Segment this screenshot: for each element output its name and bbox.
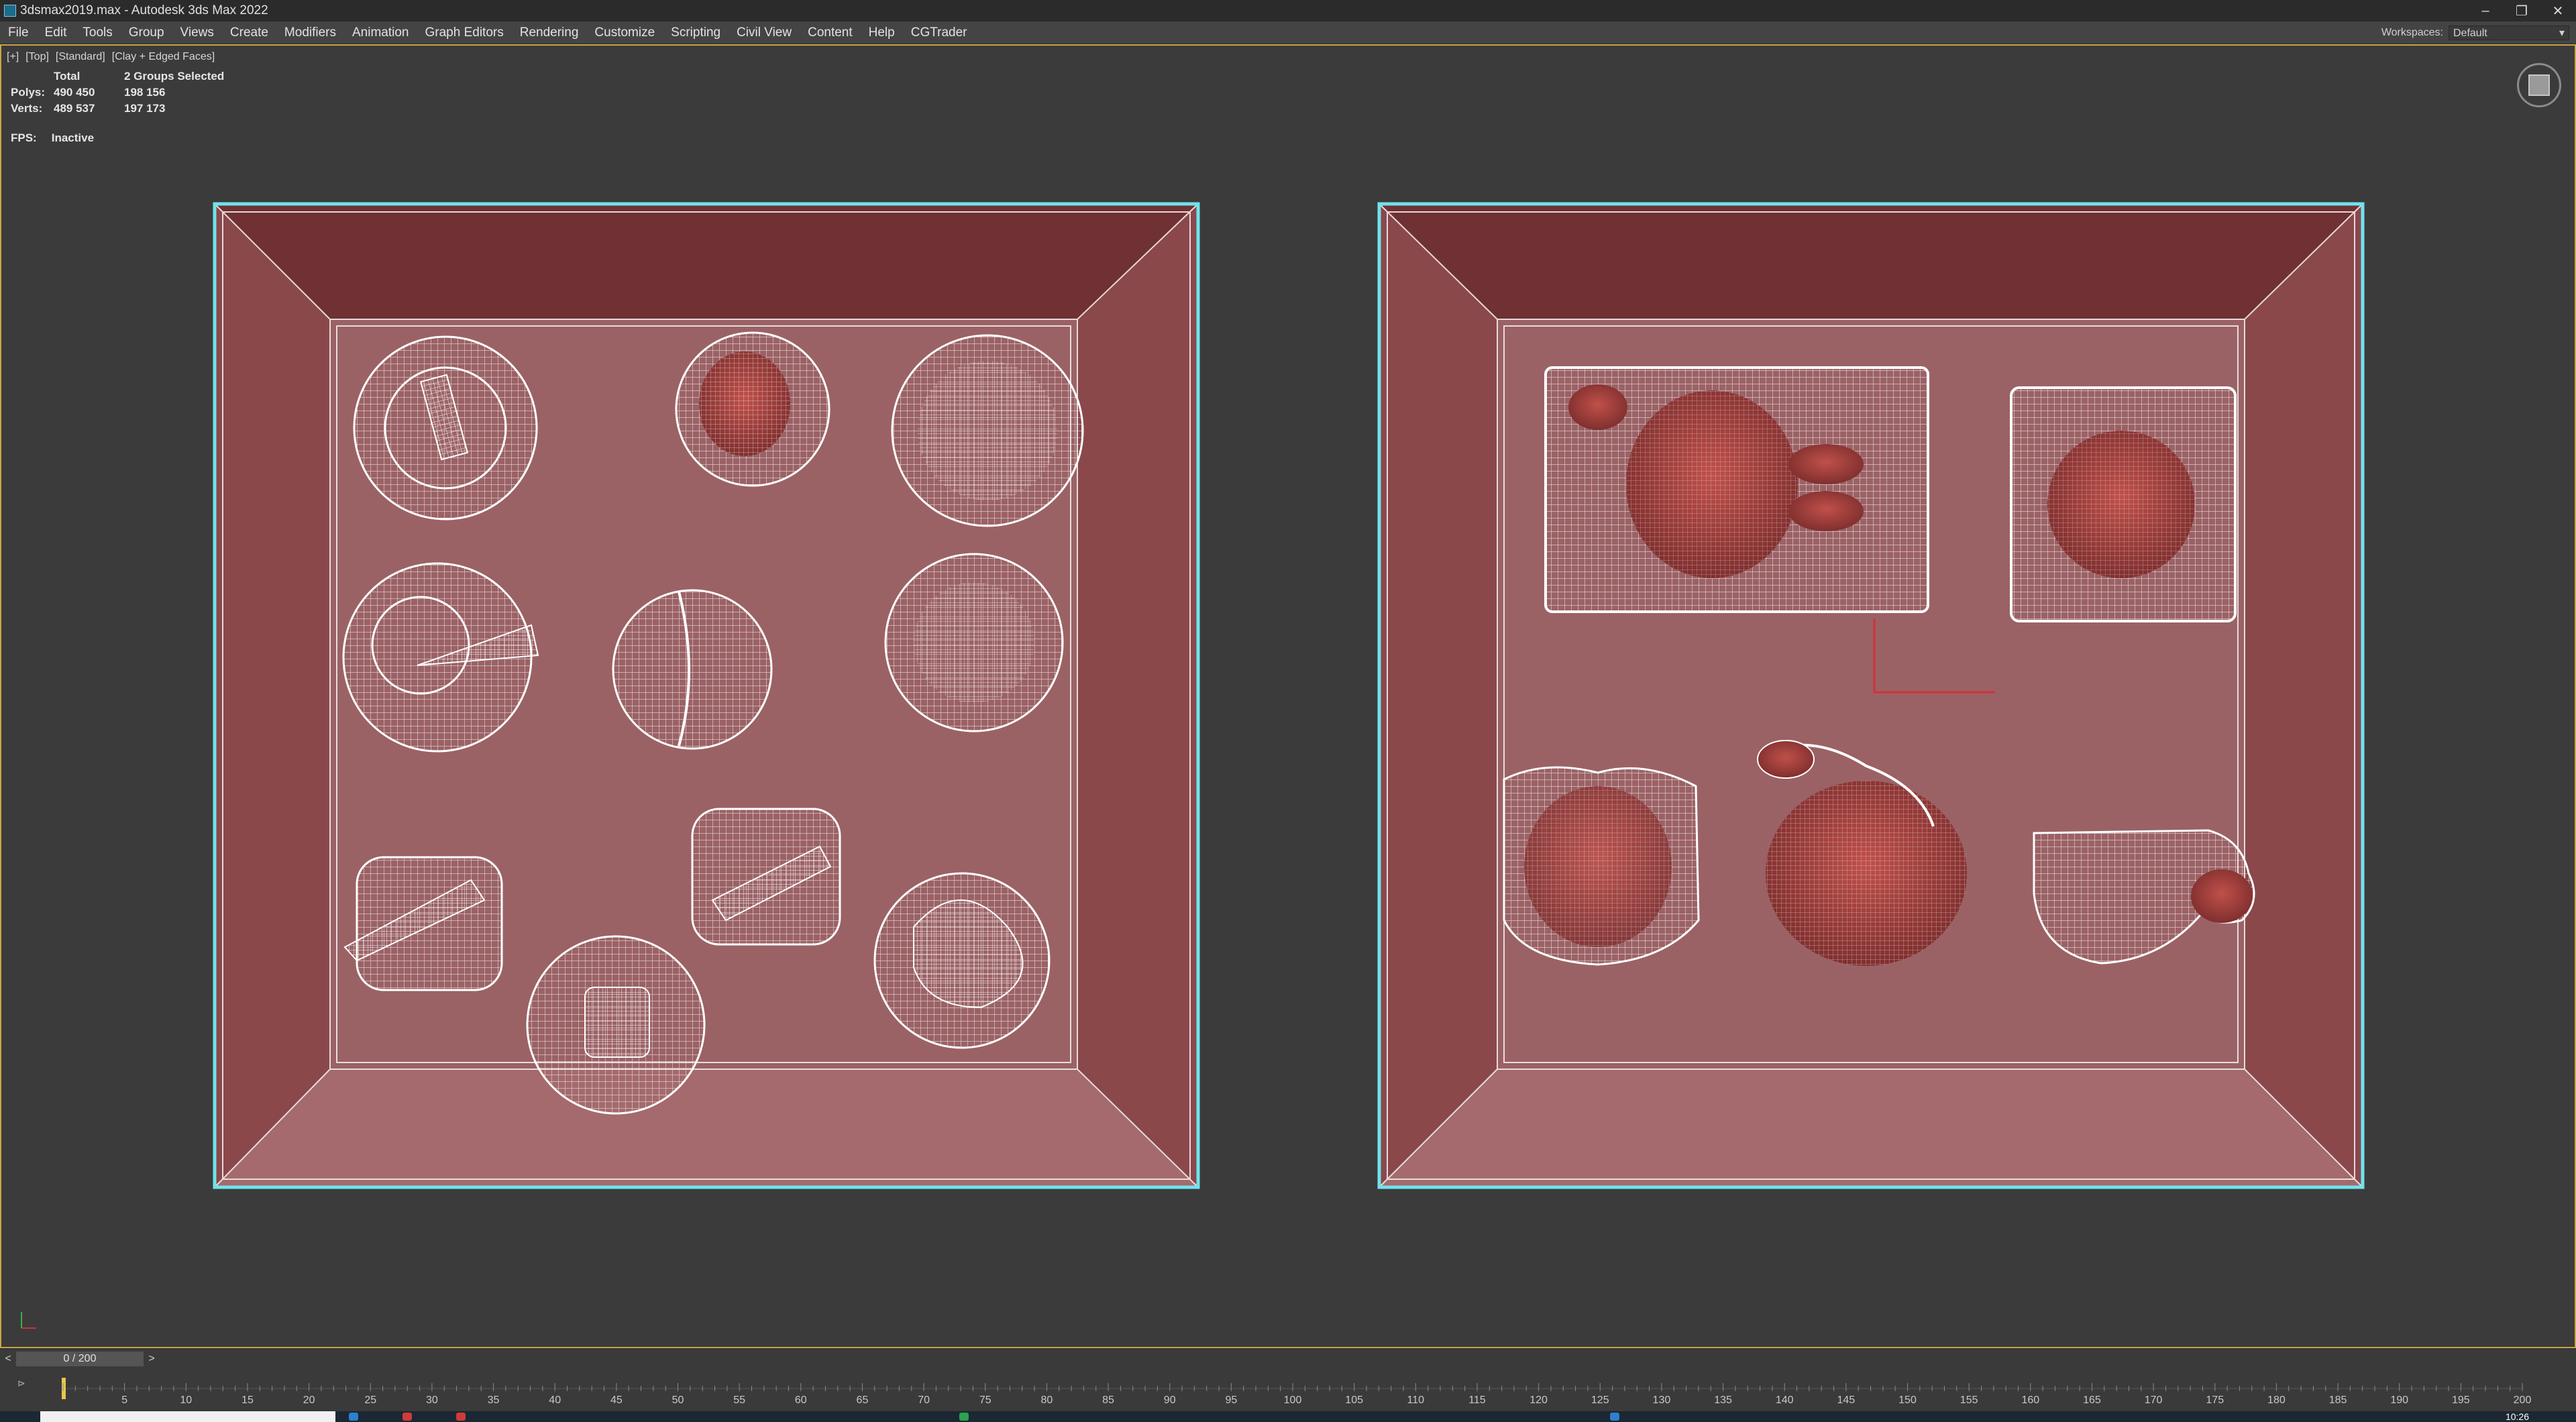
- frame-tick-label: 200: [2514, 1394, 2532, 1406]
- app-icon: [4, 5, 16, 17]
- frame-tick-label: 155: [1960, 1394, 1978, 1406]
- frame-tick-label: 10: [180, 1394, 192, 1406]
- frame-tick-label: 90: [1164, 1394, 1176, 1406]
- menu-modifiers[interactable]: Modifiers: [276, 21, 344, 44]
- frame-tick-label: 170: [2145, 1394, 2163, 1406]
- menu-cgtrader[interactable]: CGTrader: [903, 21, 975, 44]
- frame-tick-label: 180: [2267, 1394, 2286, 1406]
- frame-tick-label: 130: [1653, 1394, 1671, 1406]
- frame-tick-label: 120: [1529, 1394, 1548, 1406]
- frame-tick-label: 60: [795, 1394, 807, 1406]
- workspace-selector: Workspaces: Default: [2381, 25, 2576, 41]
- menu-graph-editors[interactable]: Graph Editors: [417, 21, 512, 44]
- frame-tick-label: 70: [918, 1394, 930, 1406]
- taskbar-app-icon[interactable]: [402, 1413, 412, 1421]
- menu-help[interactable]: Help: [861, 21, 903, 44]
- taskbar-app-icon[interactable]: [959, 1413, 969, 1421]
- frame-tick-label: 45: [610, 1394, 623, 1406]
- frame-tick-label: 105: [1345, 1394, 1363, 1406]
- taskbar-3dsmax-icon[interactable]: [1610, 1413, 1619, 1421]
- menu-group[interactable]: Group: [121, 21, 172, 44]
- os-taskbar: 10:26: [0, 1411, 2576, 1422]
- time-slider-thumb[interactable]: 0 / 200: [16, 1352, 144, 1366]
- frame-tick-label: 165: [2083, 1394, 2101, 1406]
- frame-tick-label: 110: [1407, 1394, 1425, 1406]
- frame-tick-label: 175: [2206, 1394, 2224, 1406]
- track-ruler: 5 10 15 20 25 30 35 40 45 50 55 60 65 70 75 80 85 90 95 100…: [62, 1378, 2532, 1406]
- frame-tick-label: 95: [1225, 1394, 1237, 1406]
- scene-canvas: [213, 202, 2365, 1189]
- frame-tick-label: 30: [426, 1394, 438, 1406]
- frame-tick-label: 50: [672, 1394, 684, 1406]
- key-filter-icon[interactable]: ⊳: [17, 1378, 25, 1389]
- top-viewport[interactable]: [+] [Top] [Standard] [Clay + Edged Faces] T…: [0, 44, 2576, 1348]
- workspace-dropdown[interactable]: Default: [2449, 25, 2569, 41]
- menu-rendering[interactable]: Rendering: [512, 21, 587, 44]
- frame-tick-label: 140: [1776, 1394, 1794, 1406]
- frame-tick-label: 85: [1102, 1394, 1114, 1406]
- taskbar-clock: 10:26: [2505, 1411, 2529, 1422]
- menu-civil-view[interactable]: Civil View: [729, 21, 800, 44]
- frame-tick-label: 150: [1898, 1394, 1917, 1406]
- taskbar-search[interactable]: [40, 1411, 335, 1422]
- minimize-button[interactable]: –: [2467, 0, 2504, 21]
- frame-tick-label: 5: [121, 1394, 127, 1406]
- frame-tick-label: 55: [733, 1394, 745, 1406]
- frame-tick-label: 160: [2021, 1394, 2039, 1406]
- menu-scripting[interactable]: Scripting: [663, 21, 729, 44]
- frame-tick-label: 35: [488, 1394, 500, 1406]
- frame-tick-label: 125: [1591, 1394, 1609, 1406]
- frame-tick-label: 100: [1284, 1394, 1302, 1406]
- frame-tick-label: 25: [364, 1394, 376, 1406]
- close-button[interactable]: ✕: [2540, 0, 2576, 21]
- right-box[interactable]: [1377, 202, 2365, 1189]
- frame-tick-label: 145: [1837, 1394, 1855, 1406]
- menu-edit[interactable]: Edit: [37, 21, 75, 44]
- track-ticks: 5 10 15 20 25 30 35 40 45 50 55 60 65 70 75 80 85 90 95 100…: [62, 1383, 2532, 1406]
- workspace-label: Workspaces:: [2381, 26, 2443, 38]
- taskbar-app-icon[interactable]: [456, 1413, 466, 1421]
- frame-tick-label: 135: [1714, 1394, 1732, 1406]
- frame-tick-label: 15: [241, 1394, 254, 1406]
- taskbar-app-icon[interactable]: [349, 1413, 358, 1421]
- window-title: 3dsmax2019.max - Autodesk 3ds Max 2022: [20, 3, 268, 17]
- menu-bar: File Edit Tools Group Views Create Modif…: [0, 21, 2576, 44]
- menu-tools[interactable]: Tools: [74, 21, 120, 44]
- current-frame-marker[interactable]: [62, 1378, 66, 1399]
- restore-button[interactable]: ❐: [2504, 0, 2540, 21]
- frame-tick-label: 75: [979, 1394, 991, 1406]
- menu-content[interactable]: Content: [800, 21, 861, 44]
- frame-tick-label: 185: [2329, 1394, 2347, 1406]
- frame-tick-label: 65: [857, 1394, 869, 1406]
- time-prev-button[interactable]: <: [1, 1352, 15, 1366]
- window-titlebar: 3dsmax2019.max - Autodesk 3ds Max 2022 –…: [0, 0, 2576, 21]
- frame-tick-label: 115: [1468, 1394, 1486, 1406]
- time-next-button[interactable]: >: [145, 1352, 158, 1366]
- track-bar[interactable]: 5 10 15 20 25 30 35 40 45 50 55 60 65 70 75 80 85 90 95 100…: [0, 1368, 2576, 1411]
- frame-tick-label: 190: [2390, 1394, 2408, 1406]
- menu-customize[interactable]: Customize: [586, 21, 663, 44]
- frame-tick-label: 20: [303, 1394, 315, 1406]
- left-box[interactable]: [213, 202, 1200, 1189]
- frame-tick-label: 80: [1041, 1394, 1053, 1406]
- frame-tick-label: 195: [2452, 1394, 2470, 1406]
- menu-create[interactable]: Create: [222, 21, 276, 44]
- menu-animation[interactable]: Animation: [344, 21, 417, 44]
- time-slider: < 0 / 200 >: [0, 1348, 2576, 1369]
- menu-file[interactable]: File: [0, 21, 37, 44]
- frame-tick-label: 40: [549, 1394, 561, 1406]
- axis-gizmo-icon: [21, 1312, 36, 1329]
- menu-views[interactable]: Views: [172, 21, 222, 44]
